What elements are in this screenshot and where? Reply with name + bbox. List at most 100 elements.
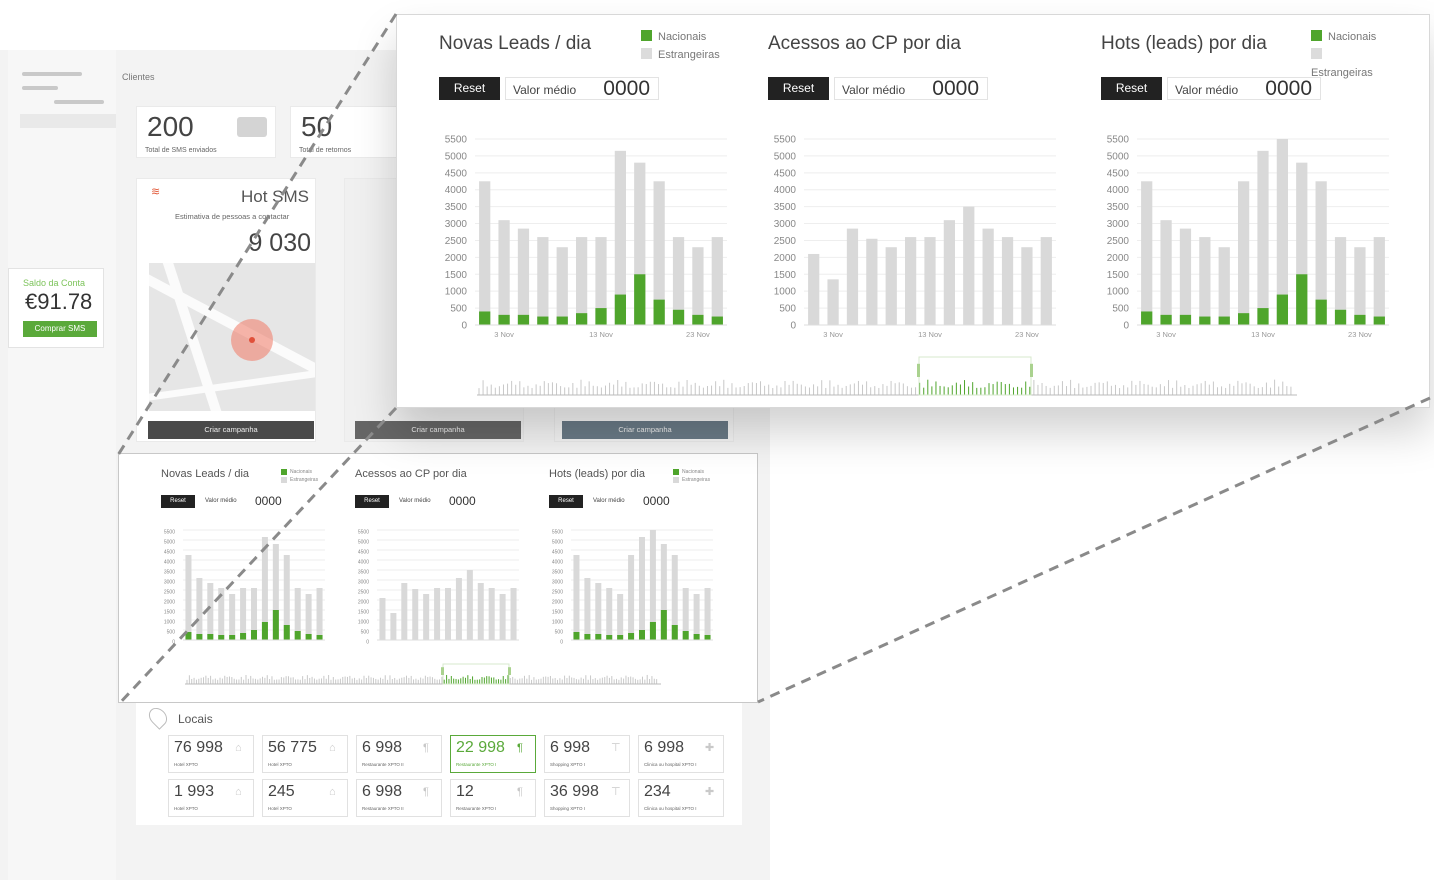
bar-estrangeiras[interactable] <box>704 588 711 640</box>
locais-tile[interactable]: 6 998 Shopping XPTO I ⊤ <box>544 735 630 773</box>
bar-estrangeiras[interactable] <box>498 220 510 325</box>
bar-estrangeiras[interactable] <box>1021 247 1033 325</box>
bar-estrangeiras[interactable] <box>693 594 700 640</box>
bar-estrangeiras[interactable] <box>943 220 956 325</box>
bar-nacionais[interactable] <box>556 316 568 325</box>
bar-nacionais[interactable] <box>283 625 290 640</box>
bar-estrangeiras[interactable] <box>218 588 225 640</box>
bar-nacionais[interactable] <box>479 311 491 325</box>
bar-estrangeiras[interactable] <box>711 237 723 325</box>
bar-nacionais[interactable] <box>617 635 624 640</box>
bar-estrangeiras[interactable] <box>240 588 247 640</box>
sidebar-item-5[interactable] <box>20 188 116 202</box>
buy-sms-button[interactable]: Comprar SMS <box>23 321 97 337</box>
bar-nacionais[interactable] <box>517 314 530 325</box>
bar-nacionais[interactable] <box>1199 316 1211 325</box>
bar-estrangeiras[interactable] <box>573 555 580 640</box>
bar-estrangeiras[interactable] <box>537 237 549 325</box>
sidebar-item-clientes[interactable] <box>20 114 116 128</box>
locais-tile[interactable]: 6 998 Clinica ou hospital XPTO I ✚ <box>638 735 724 773</box>
bar-estrangeiras[interactable] <box>207 583 214 640</box>
bar-estrangeiras[interactable] <box>316 588 323 640</box>
locais-tile[interactable]: 245 Hotel XPTO ⌂ <box>262 779 348 817</box>
bar-estrangeiras[interactable] <box>185 555 192 640</box>
bar-estrangeiras[interactable] <box>479 181 491 325</box>
bar-nacionais[interactable] <box>649 622 656 640</box>
bar-nacionais[interactable] <box>537 316 549 325</box>
locais-tile[interactable]: 36 998 Shopping XPTO I ⊤ <box>544 779 630 817</box>
bar-nacionais[interactable] <box>638 630 646 640</box>
bar-nacionais[interactable] <box>671 625 678 640</box>
bar-nacionais[interactable] <box>575 313 588 325</box>
date-range-selector[interactable] <box>477 355 1307 399</box>
bar-nacionais[interactable] <box>229 635 236 640</box>
bar-nacionais[interactable] <box>1141 311 1153 325</box>
sidebar-item-4[interactable] <box>20 170 116 184</box>
bar-estrangeiras[interactable] <box>229 594 236 640</box>
bar-estrangeiras[interactable] <box>379 598 386 640</box>
bar-nacionais[interactable] <box>595 308 607 325</box>
bar-estrangeiras[interactable] <box>575 237 588 325</box>
locais-tile[interactable]: 56 775 Hotel XPTO ⌂ <box>262 735 348 773</box>
bar-nacionais[interactable] <box>653 299 665 325</box>
bar-estrangeiras[interactable] <box>1373 237 1385 325</box>
bar-nacionais[interactable] <box>1334 309 1347 325</box>
bar-estrangeiras[interactable] <box>1001 237 1014 325</box>
bar-estrangeiras[interactable] <box>963 206 975 325</box>
bar-nacionais[interactable] <box>692 314 704 325</box>
bar-estrangeiras[interactable] <box>517 228 530 325</box>
bar-estrangeiras[interactable] <box>982 228 994 325</box>
bar-nacionais[interactable] <box>1257 308 1269 325</box>
bar-estrangeiras[interactable] <box>1160 220 1172 325</box>
bar-nacionais[interactable] <box>1373 316 1385 325</box>
sidebar-item-3[interactable] <box>20 154 116 168</box>
mini-bar-chart[interactable]: 5500500045004000350030002500200015001000… <box>549 520 749 650</box>
bar-nacionais[interactable] <box>196 634 203 640</box>
locais-tile[interactable]: 1 993 Hotel XPTO ⌂ <box>168 779 254 817</box>
bar-estrangeiras[interactable] <box>924 237 936 325</box>
bar-estrangeiras[interactable] <box>434 588 441 640</box>
bar-estrangeiras[interactable] <box>305 594 312 640</box>
bar-nacionais[interactable] <box>1315 299 1327 325</box>
bar-nacionais[interactable] <box>218 635 225 640</box>
bar-nacionais[interactable] <box>250 630 258 640</box>
reset-button[interactable]: Reset <box>1101 77 1162 100</box>
bar-nacionais[interactable] <box>628 633 635 640</box>
bar-estrangeiras[interactable] <box>466 570 473 640</box>
create-campaign-button[interactable]: Criar campanha <box>355 421 521 439</box>
bar-estrangeiras[interactable] <box>617 594 624 640</box>
mini-reset-button[interactable]: Reset <box>549 495 583 508</box>
bar-nacionais[interactable] <box>240 633 247 640</box>
bar-estrangeiras[interactable] <box>1257 150 1269 325</box>
bar-nacionais[interactable] <box>1296 274 1308 325</box>
bar-nacionais[interactable] <box>573 632 580 640</box>
bar-estrangeiras[interactable] <box>846 228 859 325</box>
bar-estrangeiras[interactable] <box>692 247 704 325</box>
sidebar-item-2[interactable] <box>20 134 116 148</box>
bar-nacionais[interactable] <box>1179 314 1192 325</box>
bar-estrangeiras[interactable] <box>477 583 484 640</box>
bar-nacionais[interactable] <box>595 634 602 640</box>
bar-estrangeiras[interactable] <box>390 613 397 640</box>
bar-estrangeiras[interactable] <box>595 583 602 640</box>
locais-tile[interactable]: 6 998 Restaurante XPTO II ¶ <box>356 779 442 817</box>
bar-estrangeiras[interactable] <box>1218 247 1230 325</box>
bar-estrangeiras[interactable] <box>1141 181 1153 325</box>
bar-estrangeiras[interactable] <box>584 578 591 640</box>
bar-estrangeiras[interactable] <box>1179 228 1192 325</box>
bar-nacionais[interactable] <box>185 632 192 640</box>
bar-nacionais[interactable] <box>682 631 689 640</box>
bar-estrangeiras[interactable] <box>606 588 613 640</box>
bar-nacionais[interactable] <box>1276 294 1289 325</box>
bar-nacionais[interactable] <box>711 316 723 325</box>
create-campaign-button[interactable]: Criar campanha <box>148 421 314 439</box>
bar-nacionais[interactable] <box>672 309 685 325</box>
bar-nacionais[interactable] <box>294 631 301 640</box>
bar-estrangeiras[interactable] <box>885 247 897 325</box>
bar-nacionais[interactable] <box>1354 314 1366 325</box>
bar-nacionais[interactable] <box>207 634 214 640</box>
locais-tile[interactable]: 76 998 Hotel XPTO ⌂ <box>168 735 254 773</box>
mini-reset-button[interactable]: Reset <box>355 495 389 508</box>
bar-estrangeiras[interactable] <box>423 594 430 640</box>
locais-tile[interactable]: 6 998 Restaurante XPTO II ¶ <box>356 735 442 773</box>
